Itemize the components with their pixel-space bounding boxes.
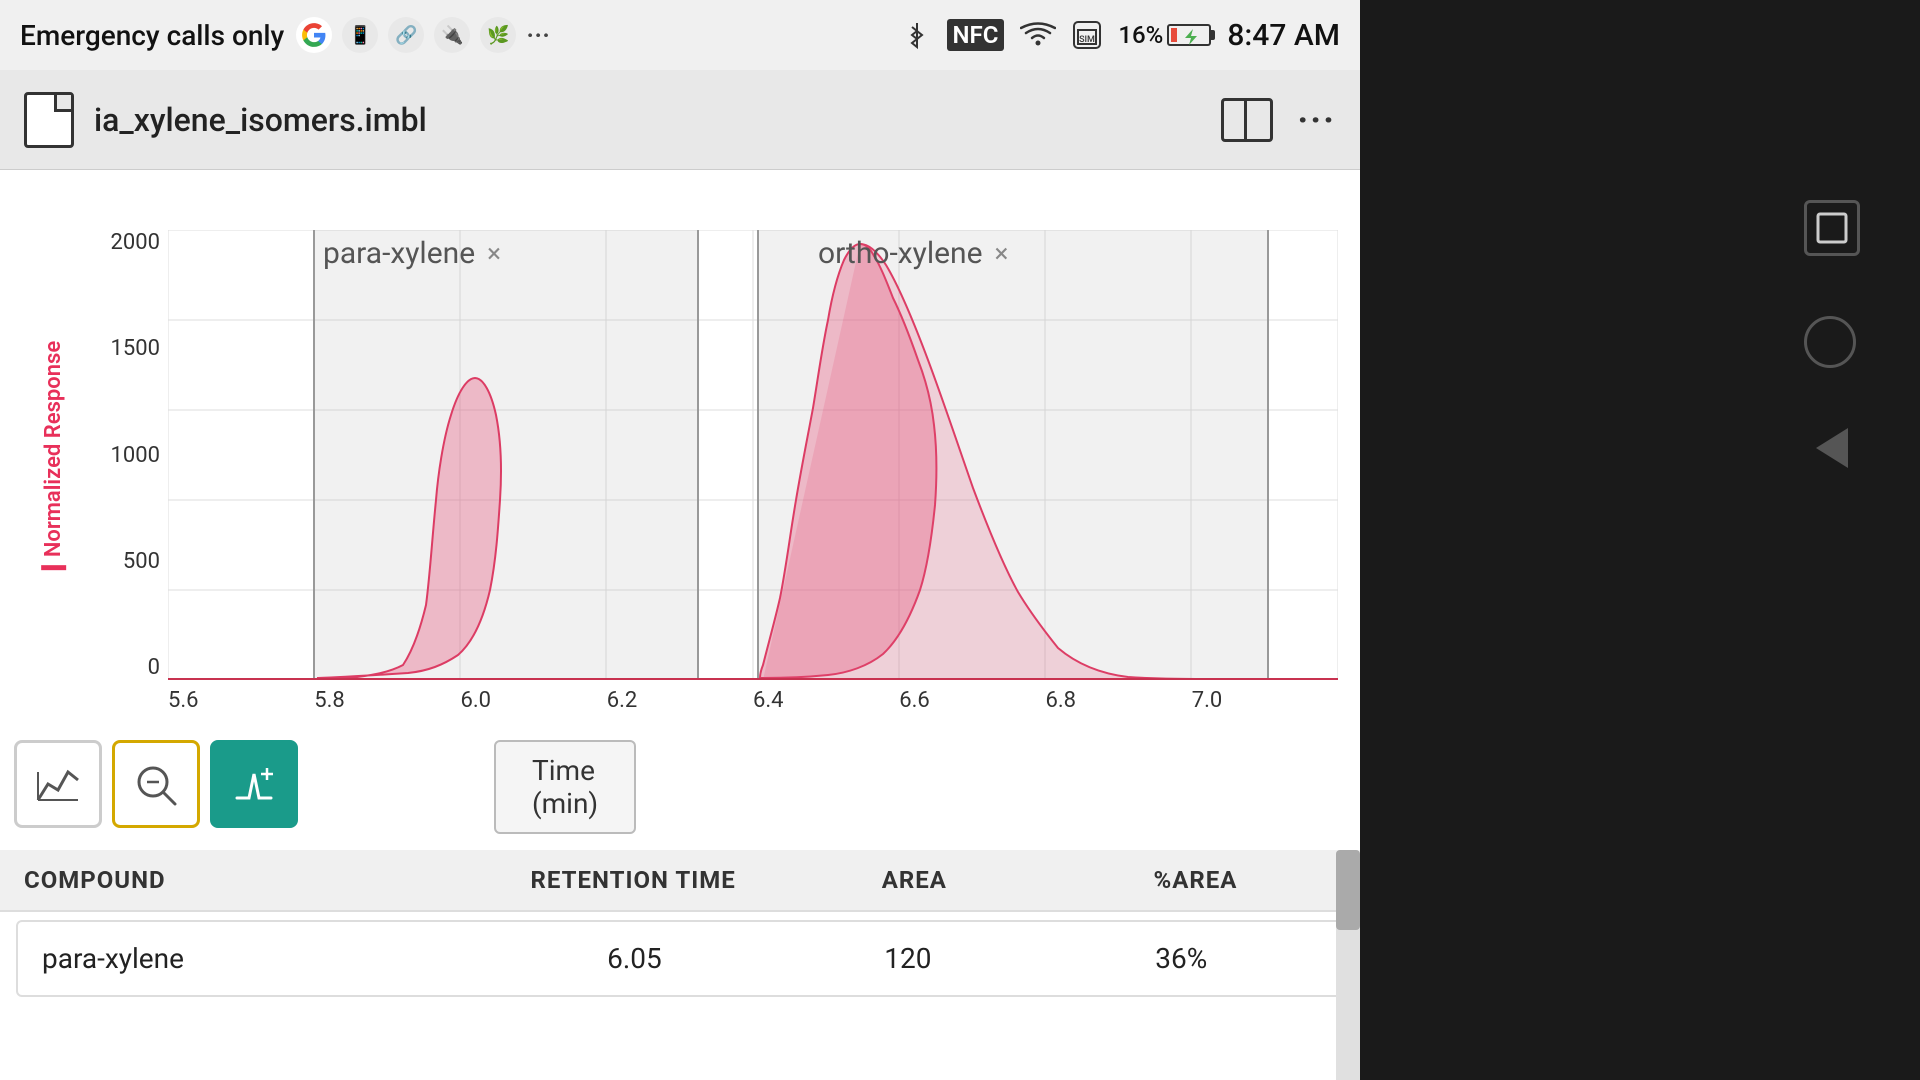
svg-text:SIM: SIM	[1079, 35, 1095, 45]
app-header: ia_xylene_isomers.imbl ···	[0, 70, 1360, 170]
more-apps-text: ···	[526, 19, 550, 52]
y-tick-0: 0	[148, 655, 160, 680]
chart-area: Normalized Response 2000 1500 1000 500 0	[0, 180, 1360, 780]
status-bar: Emergency calls only 📱 🔗 🔌 🌿 ··· NFC	[0, 0, 1360, 70]
y-tick-1000: 1000	[111, 443, 160, 468]
annotation-ortho-xylene-label: ortho-xylene	[818, 236, 983, 271]
toolbar: Time (min)	[14, 740, 298, 828]
annotation-para-xylene-label: para-xylene	[323, 236, 475, 271]
y-axis-label: Normalized Response	[42, 340, 67, 569]
chart-svg	[168, 230, 1338, 680]
bluetooth-icon	[903, 19, 931, 51]
x-tick-56: 5.6	[168, 688, 199, 713]
col-compound-header: COMPOUND	[24, 866, 493, 894]
split-view-button[interactable]	[1221, 98, 1273, 142]
battery-percentage: 16%	[1118, 21, 1163, 49]
app-icon-2: 🔗	[388, 17, 424, 53]
scrollbar-thumb[interactable]	[1336, 850, 1360, 930]
x-tick-60: 6.0	[461, 688, 492, 713]
app-icon-4: 🌿	[480, 17, 516, 53]
y-axis-label-container: Normalized Response	[14, 240, 94, 670]
zoom-button[interactable]	[112, 740, 200, 828]
android-nav-panel	[1360, 0, 1920, 1080]
table-header-row: COMPOUND RETENTION TIME AREA %AREA	[0, 850, 1360, 912]
cell-compound-1: para-xylene	[42, 942, 498, 975]
main-content: Normalized Response 2000 1500 1000 500 0	[0, 170, 1360, 1080]
x-tick-62: 6.2	[607, 688, 638, 713]
back-button[interactable]	[1804, 428, 1860, 468]
x-tick-labels: 5.6 5.8 6.0 6.2 6.4 6.6 6.8 7.0	[168, 688, 1338, 713]
file-title: ia_xylene_isomers.imbl	[94, 101, 1201, 139]
col-retention-header: RETENTION TIME	[493, 866, 774, 894]
x-tick-68: 6.8	[1046, 688, 1077, 713]
wifi-icon	[1020, 21, 1056, 49]
y-tick-labels: 2000 1500 1000 500 0	[100, 230, 160, 680]
google-icon	[296, 17, 332, 53]
y-tick-500: 500	[123, 549, 160, 574]
chart-type-button[interactable]	[14, 740, 102, 828]
cell-area-1: 120	[771, 942, 1044, 975]
more-options-button[interactable]: ···	[1297, 99, 1336, 141]
x-tick-64: 6.4	[753, 688, 784, 713]
annotation-para-xylene: para-xylene ×	[323, 236, 501, 271]
data-table: COMPOUND RETENTION TIME AREA %AREA para-…	[0, 850, 1360, 1005]
emergency-calls-text: Emergency calls only	[20, 19, 284, 52]
file-icon	[24, 92, 74, 148]
recents-button[interactable]	[1804, 200, 1860, 256]
status-right: NFC SIM 16% 8:47 AM	[903, 18, 1340, 53]
x-axis-label-button[interactable]: Time (min)	[494, 740, 636, 834]
chart-plot: para-xylene × ortho-xylene × 5.6 5.8 6.0…	[168, 230, 1338, 680]
x-axis-label: Time (min)	[532, 754, 598, 820]
table-row-para-xylene[interactable]: para-xylene 6.05 120 36%	[16, 920, 1344, 997]
cell-retention-1: 6.05	[498, 942, 771, 975]
x-tick-66: 6.6	[899, 688, 930, 713]
annotation-ortho-xylene: ortho-xylene ×	[818, 236, 1008, 271]
add-peak-button[interactable]	[210, 740, 298, 828]
app-icon-1: 📱	[342, 17, 378, 53]
y-tick-1500: 1500	[111, 336, 160, 361]
header-actions: ···	[1221, 98, 1336, 142]
annotation-para-xylene-close[interactable]: ×	[487, 239, 501, 269]
battery-indicator: 16%	[1118, 21, 1211, 49]
nfc-label: NFC	[947, 19, 1005, 51]
scrollbar[interactable]	[1336, 850, 1360, 1080]
col-pctarea-header: %AREA	[1055, 866, 1336, 894]
y-tick-2000: 2000	[111, 230, 160, 255]
android-nav-buttons	[1804, 200, 1860, 468]
x-tick-58: 5.8	[314, 688, 345, 713]
home-button[interactable]	[1804, 316, 1856, 368]
time-display: 8:47 AM	[1227, 18, 1340, 53]
x-axis-label-container: Time (min)	[494, 740, 636, 834]
x-tick-70: 7.0	[1192, 688, 1223, 713]
battery-box	[1167, 24, 1211, 46]
status-left: Emergency calls only 📱 🔗 🔌 🌿 ···	[20, 17, 550, 53]
status-icons: 📱 🔗 🔌 🌿 ···	[296, 17, 550, 53]
app-icon-3: 🔌	[434, 17, 470, 53]
cell-pctarea-1: 36%	[1045, 942, 1318, 975]
col-area-header: AREA	[774, 866, 1055, 894]
annotation-ortho-xylene-close[interactable]: ×	[995, 239, 1009, 269]
sim-icon: SIM	[1072, 20, 1102, 50]
